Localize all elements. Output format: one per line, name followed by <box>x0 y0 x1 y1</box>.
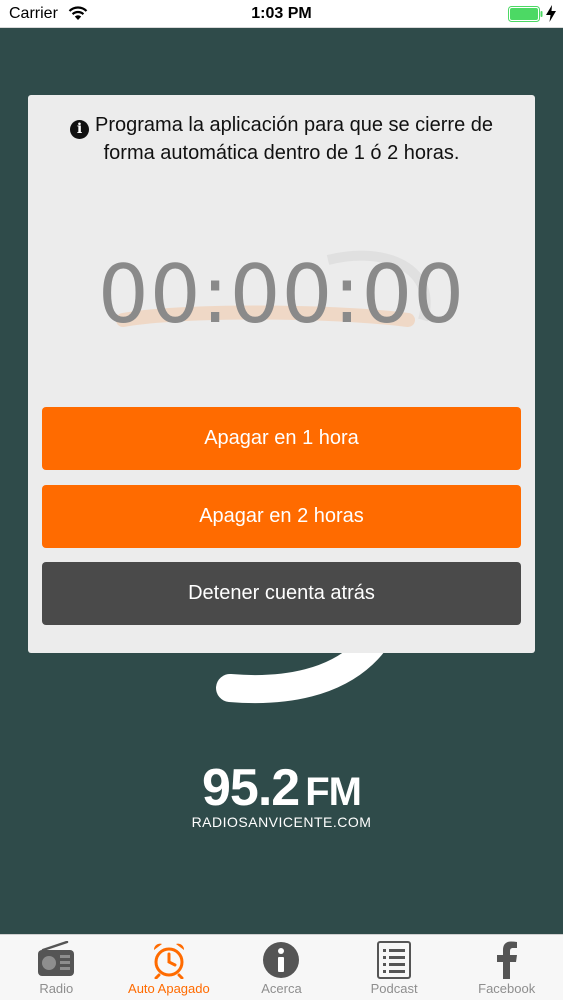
shutdown-1-hour-button[interactable]: Apagar en 1 hora <box>42 407 521 470</box>
charging-bolt-icon <box>546 5 556 22</box>
list-icon <box>377 941 412 979</box>
tab-acerca[interactable]: Acerca <box>225 935 338 1000</box>
tab-label-acerca: Acerca <box>261 981 302 996</box>
info-circle-icon <box>263 942 300 978</box>
countdown-timer: 00:00:00 <box>97 248 466 341</box>
clock-label: 1:03 PM <box>251 5 312 22</box>
faded-logo-graphic <box>116 250 431 327</box>
tab-radio[interactable]: Radio <box>0 935 113 1000</box>
radio-icon <box>38 941 75 976</box>
battery-icon <box>508 6 543 22</box>
auto-off-dialog: i Programa la aplicación para que se cier… <box>28 95 535 653</box>
tab-facebook[interactable]: Facebook <box>450 935 563 1000</box>
stop-countdown-button[interactable]: Detener cuenta atrás <box>42 562 521 625</box>
tab-label-auto-apagado: Auto Apagado <box>128 981 210 996</box>
frequency-number: 95.2 <box>202 759 300 817</box>
website-label: RADIOSANVICENTE.COM <box>191 814 372 830</box>
tab-bar: Radio Auto Apagado Acerca Podcast Facebo… <box>0 934 563 1000</box>
tab-label-podcast: Podcast <box>370 981 418 996</box>
tab-podcast[interactable]: Podcast <box>338 935 451 1000</box>
shutdown-2-hours-button[interactable]: Apagar en 2 horas <box>42 485 521 548</box>
tab-label-radio: Radio <box>39 981 74 996</box>
status-bar: Carrier 1:03 PM <box>0 0 563 28</box>
frequency-unit: FM <box>305 770 362 814</box>
frequency-logo: 95.2 FM <box>0 758 563 818</box>
tab-label-facebook: Facebook <box>478 981 536 996</box>
alarm-clock-icon <box>153 943 184 979</box>
tab-auto-apagado[interactable]: Auto Apagado <box>113 935 226 1000</box>
facebook-icon <box>496 941 517 979</box>
